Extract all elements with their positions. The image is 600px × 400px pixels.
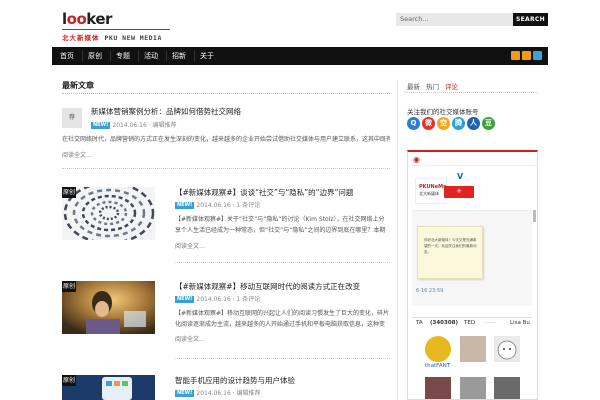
nav-separator	[166, 50, 167, 62]
new-badge: NEW!	[175, 390, 195, 397]
email-subscribe-icon[interactable]	[533, 51, 542, 60]
post-thumbnail[interactable]: 原创	[62, 281, 155, 334]
weibo-icon[interactable]: 微	[422, 117, 435, 130]
feed-scrollbar[interactable]	[533, 210, 536, 222]
nav-item-about[interactable]: 关于	[197, 47, 217, 65]
read-more-link[interactable]: 阅读全文…	[175, 334, 205, 343]
post-meta: NEW! 2014.06.16 · 1 条评论	[175, 202, 261, 209]
new-badge: NEW!	[175, 296, 195, 303]
post-meta: NEW! 2014.06.16 · 编辑推荐	[175, 390, 261, 397]
fan-name[interactable]: thatFANT	[425, 363, 450, 369]
post-thumbnail[interactable]: 原创	[62, 187, 155, 240]
avatar[interactable]: PKUNeMe 北大新媒体	[415, 178, 447, 204]
post-title[interactable]: 【#新媒体观察#】移动互联网时代的阅读方式正在改变	[175, 281, 360, 292]
feed-image-card[interactable]: 你好北大新媒体！今天又是充满希望的一天，欢迎关注我们的最新动态。	[417, 226, 483, 279]
nav-item-topics[interactable]: 专题	[113, 47, 133, 65]
nav-separator	[194, 50, 195, 62]
nav-separator	[138, 50, 139, 62]
qzone-icon[interactable]: 空	[437, 117, 450, 130]
fan-avatar[interactable]	[494, 377, 520, 399]
post-meta: NEW! 2014.06.16 · 编辑推荐	[91, 122, 177, 129]
post-meta: NEW! 2014.06.16 · 1 条评论	[175, 296, 261, 303]
title-divider	[62, 93, 390, 94]
feed-icons	[509, 51, 542, 62]
renren-icon[interactable]: 人	[467, 117, 480, 130]
logo-wordmark: looker	[62, 10, 112, 28]
post-title[interactable]: 智能手机应用的设计趋势与用户体验	[175, 375, 295, 386]
stat-label: TA	[416, 320, 423, 326]
column-divider	[397, 80, 398, 400]
thumb-tag: 原创	[62, 375, 76, 386]
sidebar-tabs: 最新 热门 评论	[407, 81, 464, 91]
site-header: looker 北大新媒体 PKU NEW MEDIA Search... SEAR…	[0, 0, 600, 47]
post-timestamp[interactable]: 6-16 23:59	[416, 288, 443, 294]
tencent-weibo-icon[interactable]: 腾	[452, 117, 465, 130]
post-tag-thumb[interactable]: 荐	[62, 108, 82, 128]
post-divider	[62, 168, 390, 169]
new-badge: NEW!	[175, 202, 195, 209]
weibo-widget-header: ◉	[408, 152, 537, 166]
read-more-link[interactable]: 阅读全文…	[62, 150, 92, 159]
page-title: 最新文章	[62, 81, 94, 90]
nav-item-recruit[interactable]: 招新	[169, 47, 189, 65]
fan-avatar[interactable]	[425, 377, 451, 399]
fan-avatar[interactable]	[425, 336, 451, 362]
post-excerpt: 【#新媒体观察#】关于“社交”与“隐私”的讨论（Kim Stolz），在社交网络…	[175, 216, 386, 234]
stat-label: Lisa Bu	[510, 320, 530, 326]
main-nav: 首页 原创 专题 活动 招新 关于	[52, 47, 548, 65]
tab-latest[interactable]: 最新	[407, 81, 420, 91]
follow-button[interactable]: +	[444, 186, 474, 198]
post-title[interactable]: 新媒体营销案例分析：品牌如何借势社交网络	[91, 106, 241, 117]
site-logo[interactable]: looker 北大新媒体 PKU NEW MEDIA	[62, 10, 172, 42]
douban-icon[interactable]: 豆	[482, 117, 495, 130]
verified-icon: V	[457, 172, 464, 181]
follow-us-label: 关注我们的社交媒体账号	[407, 108, 479, 116]
stat-label: TED	[464, 320, 476, 326]
post-excerpt: 【#新媒体观察#】移动互联网的兴起让人们的阅读习惯发生了巨大的变化，碎片化阅读逐…	[175, 310, 390, 328]
post-title[interactable]: 【#新媒体观察#】谈谈“社交”与“隐私”的“边界”问题	[175, 187, 353, 198]
rss-icon[interactable]	[511, 51, 520, 60]
nav-item-events[interactable]: 活动	[141, 47, 161, 65]
new-badge: NEW!	[91, 122, 111, 129]
qq-icon[interactable]: Q	[407, 117, 420, 130]
fan-avatar[interactable]	[460, 336, 486, 362]
search-input[interactable]: Search...	[396, 13, 513, 26]
rss-comments-icon[interactable]	[522, 51, 531, 60]
thumb-tag: 原创	[62, 187, 76, 198]
nav-item-home[interactable]: 首页	[57, 47, 77, 65]
fan-avatar[interactable]	[460, 377, 486, 399]
post-excerpt: 在社交网络时代，品牌营销的方式正在发生深刻的变化，越来越多的企业开始尝试借助社交…	[62, 136, 390, 143]
stats-divider	[412, 317, 532, 318]
fan-avatar[interactable]	[494, 336, 520, 362]
stat-label: ------	[484, 320, 496, 326]
thumb-tag: 原创	[62, 281, 76, 292]
tab-popular[interactable]: 热门	[426, 81, 439, 91]
nav-separator	[110, 50, 111, 62]
post-divider	[175, 358, 390, 359]
nav-item-original[interactable]: 原创	[85, 47, 105, 65]
fans-count: (340308)	[430, 320, 458, 326]
search-button[interactable]: SEARCH	[513, 13, 548, 26]
post-thumbnail[interactable]: 原创	[62, 375, 155, 400]
post-divider	[175, 262, 390, 263]
sidebar-divider	[405, 92, 538, 93]
tab-comments[interactable]: 评论	[445, 81, 458, 91]
weibo-widget: ◉ PKUNeMe 北大新媒体 V + 你好北大新媒体！今天又是充满希望的一天，…	[407, 150, 538, 400]
weibo-eye-icon: ◉	[413, 155, 420, 164]
logo-underline	[62, 29, 170, 30]
logo-subtitle: 北大新媒体 PKU NEW MEDIA	[62, 34, 162, 42]
weibo-stats-row: TA (340308) TED ------ Lisa Bu	[412, 320, 536, 330]
nav-separator	[82, 50, 83, 62]
read-more-link[interactable]: 阅读全文…	[175, 241, 205, 250]
